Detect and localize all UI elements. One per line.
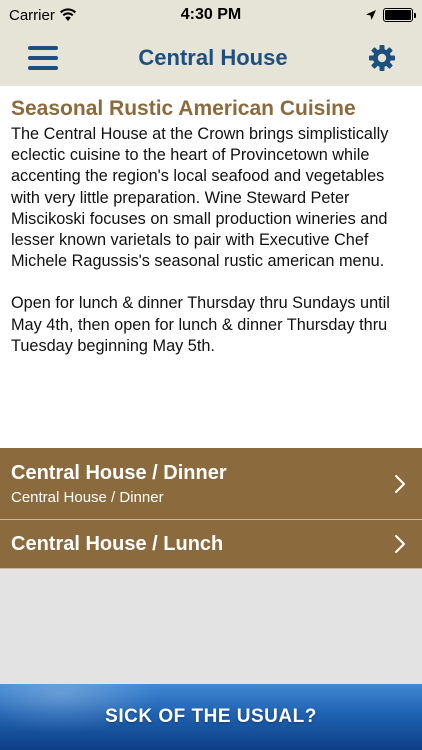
chevron-right-icon xyxy=(395,535,405,553)
ad-banner[interactable]: SICK OF THE USUAL? xyxy=(0,684,422,750)
wifi-icon xyxy=(59,8,76,21)
description-body: The Central House at the Crown brings si… xyxy=(11,124,411,357)
carrier-label: Carrier xyxy=(9,6,55,24)
menu-row-dinner[interactable]: Central House / Dinner Central House / D… xyxy=(0,448,422,520)
ad-banner-text: SICK OF THE USUAL? xyxy=(105,706,317,727)
nav-bar: Central House xyxy=(0,30,422,86)
menu-row-lunch[interactable]: Central House / Lunch xyxy=(0,520,422,569)
battery-icon xyxy=(383,8,416,22)
description-paragraph: The Central House at the Crown brings si… xyxy=(11,125,389,271)
status-bar: Carrier 4:30 PM xyxy=(0,0,422,30)
hours-paragraph: Open for lunch & dinner Thursday thru Su… xyxy=(11,294,390,355)
status-left: Carrier xyxy=(9,7,149,24)
menu-row-title: Central House / Dinner xyxy=(11,462,227,484)
gear-icon[interactable] xyxy=(368,44,396,72)
description-panel: Seasonal Rustic American Cuisine The Cen… xyxy=(0,86,422,448)
menu-row-subtitle: Central House / Dinner xyxy=(11,489,164,506)
status-right xyxy=(273,8,416,22)
page-title: Central House xyxy=(138,45,288,70)
status-time: 4:30 PM xyxy=(180,6,242,23)
menu-list: Central House / Dinner Central House / D… xyxy=(0,448,422,569)
location-arrow-icon xyxy=(366,10,376,20)
chevron-right-icon xyxy=(395,475,405,493)
hamburger-menu-icon[interactable] xyxy=(28,46,58,70)
menu-row-title: Central House / Lunch xyxy=(11,533,224,555)
cuisine-heading: Seasonal Rustic American Cuisine xyxy=(11,97,356,120)
